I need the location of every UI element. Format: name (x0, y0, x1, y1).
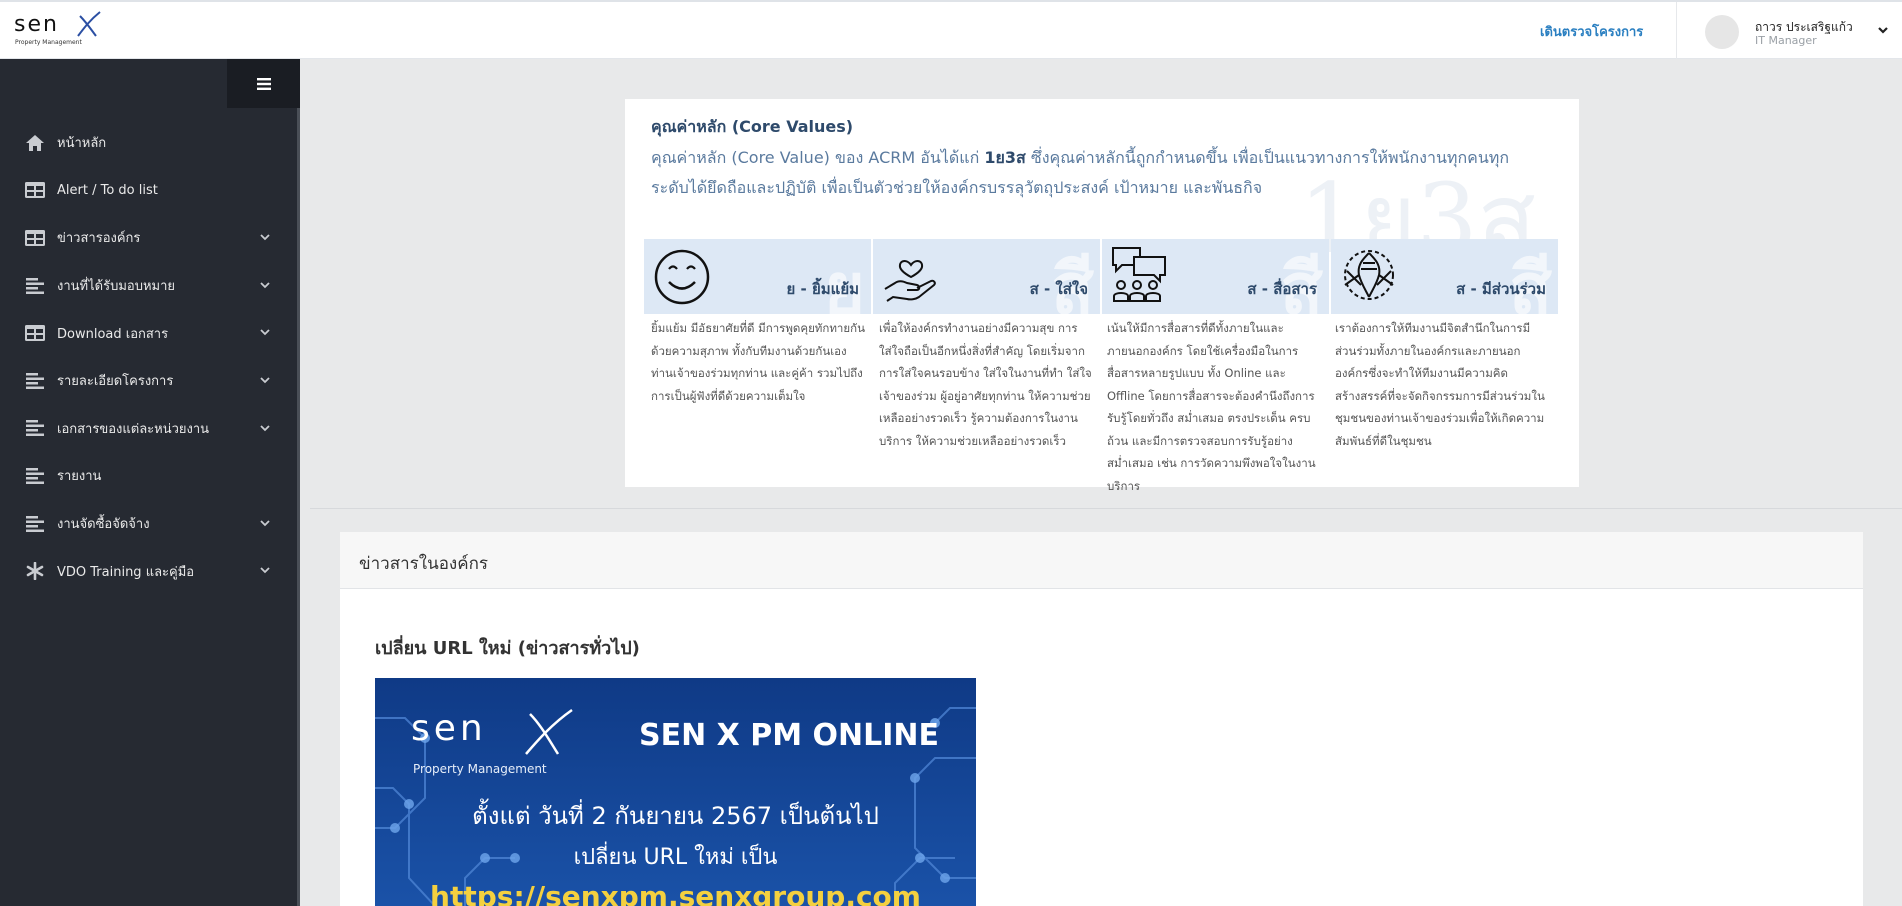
list-icon (25, 277, 45, 295)
chevron-down-icon[interactable] (1877, 24, 1889, 36)
banner-logo-subtitle: Property Management (413, 762, 547, 776)
chevron-down-icon (260, 424, 270, 431)
chevron-down-icon (260, 377, 270, 384)
sidebar-item-label: หน้าหลัก (57, 136, 107, 152)
user-role: IT Manager (1755, 34, 1817, 47)
core-values-description: คุณค่าหลัก (Core Value) ของ ACRM อันได้แ… (651, 148, 1510, 197)
table-icon (25, 324, 45, 342)
sidebar-item-label: งานจัดซื้อจัดจ้าง (57, 517, 150, 533)
list-icon (25, 467, 45, 485)
value-cell-participation: สี ส - มีส่วนร่วม (1331, 239, 1558, 314)
section-divider (310, 508, 1902, 509)
sidebar-item-department-documents[interactable]: เอกสารของแต่ละหน่วยงาน (0, 405, 297, 453)
user-menu[interactable]: ถาวร ประเสริฐแก้ว IT Manager (1676, 2, 1902, 59)
value-description-smile: ยิ้มแย้ม มีอัธยาศัยที่ดี มีการพูดคุยทักท… (651, 321, 865, 403)
core-values-card: 1ย3ส คุณค่าหลัก (Core Values) คุณค่าหลัก… (625, 99, 1579, 493)
list-icon (25, 372, 45, 390)
news-section-title: ข่าวสารในองค์กร (359, 554, 488, 574)
value-cell-care: สี ส - ใส่ใจ (873, 239, 1100, 314)
banner-date-line: ตั้งแต่ วันที่ 2 กันยายน 2567 เป็นต้นไป (472, 802, 879, 830)
value-description-participation: เราต้องการให้ทีมงานมีจิตสำนึกในการมีส่วน… (1335, 321, 1545, 448)
avatar[interactable] (1705, 15, 1739, 49)
table-icon (25, 181, 45, 199)
hamburger-icon (256, 77, 271, 90)
banner-change-line: เปลี่ยน URL ใหม่ เป็น (573, 845, 778, 870)
news-card-header: ข่าวสารในองค์กร (340, 532, 1863, 589)
senx-logo[interactable]: sen Property Management (14, 11, 101, 50)
site-inspection-link[interactable]: เดินตรวจโครงการ (1540, 21, 1643, 42)
chevron-down-icon (260, 520, 270, 527)
sidebar-item-vdo-training[interactable]: VDO Training และคู่มือ (0, 547, 297, 595)
sidebar-toggle-button[interactable] (227, 59, 300, 108)
logo-text: sen (14, 12, 59, 37)
value-cell-smile: ย ย - ยิ้มแย้ม (644, 239, 871, 314)
value-cell-communication: สี ส - สื่อสาร (1102, 239, 1329, 314)
banner-logo-x-mark (525, 708, 573, 755)
chat-group-icon (1112, 247, 1166, 302)
sidebar-menu: หน้าหลัก Alert / To do list ข่าวสารองค์ก… (0, 119, 297, 595)
sidebar-item-home[interactable]: หน้าหลัก (0, 119, 297, 167)
banner-logo-text: sen (411, 708, 487, 749)
list-icon (25, 515, 45, 533)
value-label: ย - ยิ้มแย้ม (786, 280, 859, 298)
value-label: ส - สื่อสาร (1247, 280, 1317, 298)
news-post-title[interactable]: เปลี่ยน URL ใหม่ (ข่าวสารทั่วไป) (375, 633, 640, 662)
home-icon (25, 134, 45, 152)
banner-title: SEN X PM ONLINE (639, 718, 939, 753)
core-values-band: ย ย - ยิ้มแย้ม สี ส - ใส่ใจ สี ส - สื่อส… (644, 239, 1560, 314)
sidebar-item-label: เอกสารของแต่ละหน่วยงาน (57, 421, 210, 437)
logo-subtitle: Property Management (15, 39, 82, 46)
logo-x-mark (77, 11, 101, 37)
chevron-down-icon (260, 234, 270, 241)
list-icon (25, 419, 45, 437)
sidebar-item-label: Download เอกสาร (57, 326, 169, 342)
value-label: ส - ใส่ใจ (1029, 280, 1088, 298)
sidebar-item-project-details[interactable]: รายละเอียดโครงการ (0, 357, 297, 405)
top-header: sen Property Management เดินตรวจโครงการ … (0, 0, 1902, 59)
sidebar-item-assigned-tasks[interactable]: งานที่ได้รับมอบหมาย (0, 262, 297, 310)
core-values-title: คุณค่าหลัก (Core Values) (651, 117, 854, 136)
table-icon (25, 229, 45, 247)
smile-icon (654, 249, 710, 305)
sidebar-item-label: VDO Training และคู่มือ (57, 564, 195, 580)
chevron-down-icon (260, 282, 270, 289)
sidebar-item-alert-todo[interactable]: Alert / To do list (0, 167, 297, 215)
sidebar-item-procurement[interactable]: งานจัดซื้อจัดจ้าง (0, 500, 297, 548)
chevron-down-icon (260, 567, 270, 574)
asterisk-icon (25, 562, 45, 581)
sidebar-item-corporate-news[interactable]: ข่าวสารองค์กร (0, 214, 297, 262)
chevron-down-icon (260, 329, 270, 336)
value-label: ส - มีส่วนร่วม (1456, 280, 1546, 298)
sidebar-item-label: งานที่ได้รับมอบหมาย (57, 279, 176, 295)
hands-together-icon (1344, 250, 1394, 300)
news-banner-image[interactable]: sen Property Management SEN X PM ONLINE … (375, 678, 976, 906)
sidebar-item-label: รายละเอียดโครงการ (57, 374, 174, 390)
sidebar-item-label: รายงาน (57, 469, 102, 485)
sidebar: หน้าหลัก Alert / To do list ข่าวสารองค์ก… (0, 59, 300, 906)
sidebar-item-label: Alert / To do list (57, 182, 158, 198)
value-description-communication: เน้นให้มีการสื่อสารที่ดีทั้งภายในและภายน… (1107, 321, 1316, 493)
banner-url: https://senxpm.senxgroup.com (430, 880, 921, 906)
sidebar-item-reports[interactable]: รายงาน (0, 452, 297, 500)
heart-hand-icon (884, 260, 936, 302)
sidebar-item-download-documents[interactable]: Download เอกสาร (0, 309, 297, 357)
sidebar-item-label: ข่าวสารองค์กร (57, 231, 141, 247)
corporate-news-card: ข่าวสารในองค์กร เปลี่ยน URL ใหม่ (ข่าวสา… (340, 532, 1863, 906)
value-description-care: เพื่อให้องค์กรทำงานอย่างมีความสุข การใส่… (879, 321, 1092, 448)
